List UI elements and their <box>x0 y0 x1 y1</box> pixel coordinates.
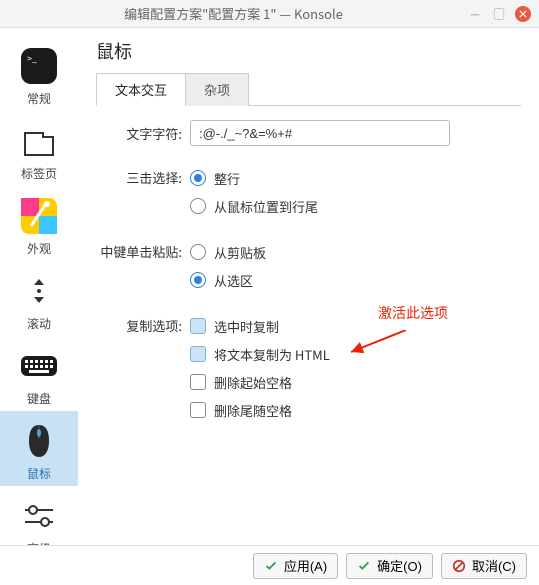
page-title: 鼠标 <box>96 38 521 64</box>
content-panel: 鼠标 文本交互 杂项 文字字符: 三击选择: 整行 从鼠标位置到行尾 <box>78 28 539 545</box>
cancel-button[interactable]: 取消(C) <box>441 553 527 579</box>
sidebar-item-keyboard[interactable]: 键盘 <box>0 336 78 411</box>
button-label: 确定(O) <box>377 556 422 575</box>
sidebar: >_ 常规 标签页 外观 滚动 键盘 <box>0 28 78 545</box>
terminal-icon: >_ <box>17 44 61 88</box>
copy-options-label: 复制选项: <box>96 312 190 335</box>
sidebar-item-label: 标签页 <box>21 165 57 182</box>
radio-label: 整行 <box>214 169 240 188</box>
maximize-button[interactable]: ▢ <box>491 6 507 22</box>
sidebar-item-general[interactable]: >_ 常规 <box>0 36 78 111</box>
sidebar-item-label: 常规 <box>27 90 51 107</box>
radio-label: 从选区 <box>214 271 253 290</box>
mouse-icon <box>17 419 61 463</box>
slider-icon <box>17 494 61 538</box>
word-chars-label: 文字字符: <box>96 120 190 143</box>
sidebar-item-label: 高级 <box>27 540 51 545</box>
check-label: 选中时复制 <box>214 317 279 336</box>
checkbox-icon <box>190 318 206 334</box>
tab-bar: 文本交互 杂项 <box>96 72 521 106</box>
checkbox-icon <box>190 374 206 390</box>
sidebar-item-mouse[interactable]: 鼠标 <box>0 411 78 486</box>
tab-misc[interactable]: 杂项 <box>185 73 249 106</box>
checkbox-icon <box>190 346 206 362</box>
radio-cursor-to-eol[interactable]: 从鼠标位置到行尾 <box>190 192 521 220</box>
tab-icon <box>17 119 61 163</box>
sidebar-item-label: 键盘 <box>27 390 51 407</box>
check-trim-trailing[interactable]: 删除尾随空格 <box>190 396 521 424</box>
sidebar-item-appearance[interactable]: 外观 <box>0 186 78 261</box>
check-icon <box>264 559 278 573</box>
keyboard-icon <box>17 344 61 388</box>
radio-label: 从剪贴板 <box>214 243 266 262</box>
annotation-arrow-icon <box>346 330 416 360</box>
triple-click-label: 三击选择: <box>96 164 190 187</box>
tab-text-interaction[interactable]: 文本交互 <box>96 73 186 106</box>
window-title: 编辑配置方案"配置方案 1" — Konsole <box>8 4 459 23</box>
radio-icon <box>190 244 206 260</box>
radio-icon <box>190 272 206 288</box>
sidebar-item-tabpage[interactable]: 标签页 <box>0 111 78 186</box>
appearance-icon <box>17 194 61 238</box>
ok-button[interactable]: 确定(O) <box>346 553 433 579</box>
radio-from-clipboard[interactable]: 从剪贴板 <box>190 238 521 266</box>
button-label: 应用(A) <box>284 556 327 575</box>
sidebar-item-label: 鼠标 <box>27 465 51 482</box>
check-trim-leading[interactable]: 删除起始空格 <box>190 368 521 396</box>
word-chars-input[interactable] <box>190 120 450 146</box>
annotation-text: 激活此选项 <box>378 303 448 323</box>
sidebar-item-advanced[interactable]: 高级 <box>0 486 78 545</box>
check-label: 删除尾随空格 <box>214 401 292 420</box>
cancel-icon <box>452 559 466 573</box>
middle-paste-label: 中键单击粘贴: <box>96 238 190 261</box>
radio-label: 从鼠标位置到行尾 <box>214 197 318 216</box>
radio-whole-line[interactable]: 整行 <box>190 164 521 192</box>
svg-text:>_: >_ <box>27 52 37 65</box>
check-label: 删除起始空格 <box>214 373 292 392</box>
sidebar-item-label: 滚动 <box>27 315 51 332</box>
button-label: 取消(C) <box>472 556 516 575</box>
sidebar-item-scroll[interactable]: 滚动 <box>0 261 78 336</box>
checkbox-icon <box>190 402 206 418</box>
scroll-icon <box>17 269 61 313</box>
check-label: 将文本复制为 HTML <box>214 345 330 364</box>
dialog-footer: 应用(A) 确定(O) 取消(C) <box>0 545 539 585</box>
sidebar-item-label: 外观 <box>27 240 51 257</box>
radio-icon <box>190 198 206 214</box>
apply-button[interactable]: 应用(A) <box>253 553 338 579</box>
minimize-button[interactable]: — <box>467 6 483 22</box>
check-icon <box>357 559 371 573</box>
window-titlebar: 编辑配置方案"配置方案 1" — Konsole — ▢ <box>0 0 539 28</box>
close-button[interactable] <box>515 6 531 22</box>
radio-icon <box>190 170 206 186</box>
radio-from-selection[interactable]: 从选区 <box>190 266 521 294</box>
